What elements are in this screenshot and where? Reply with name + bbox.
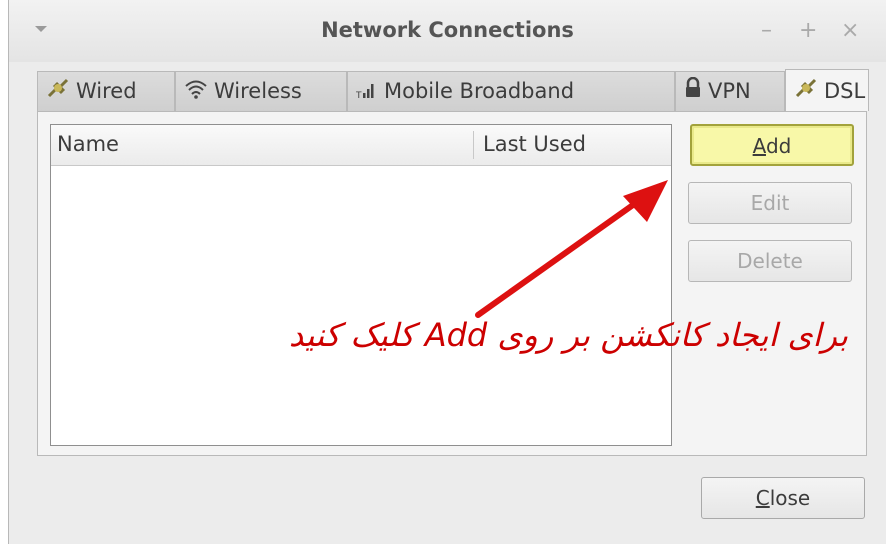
annotation-arrow [475, 180, 668, 318]
annotation-text: برای ایجاد کانکشن بر روی Add کلیک کنید [288, 316, 848, 354]
